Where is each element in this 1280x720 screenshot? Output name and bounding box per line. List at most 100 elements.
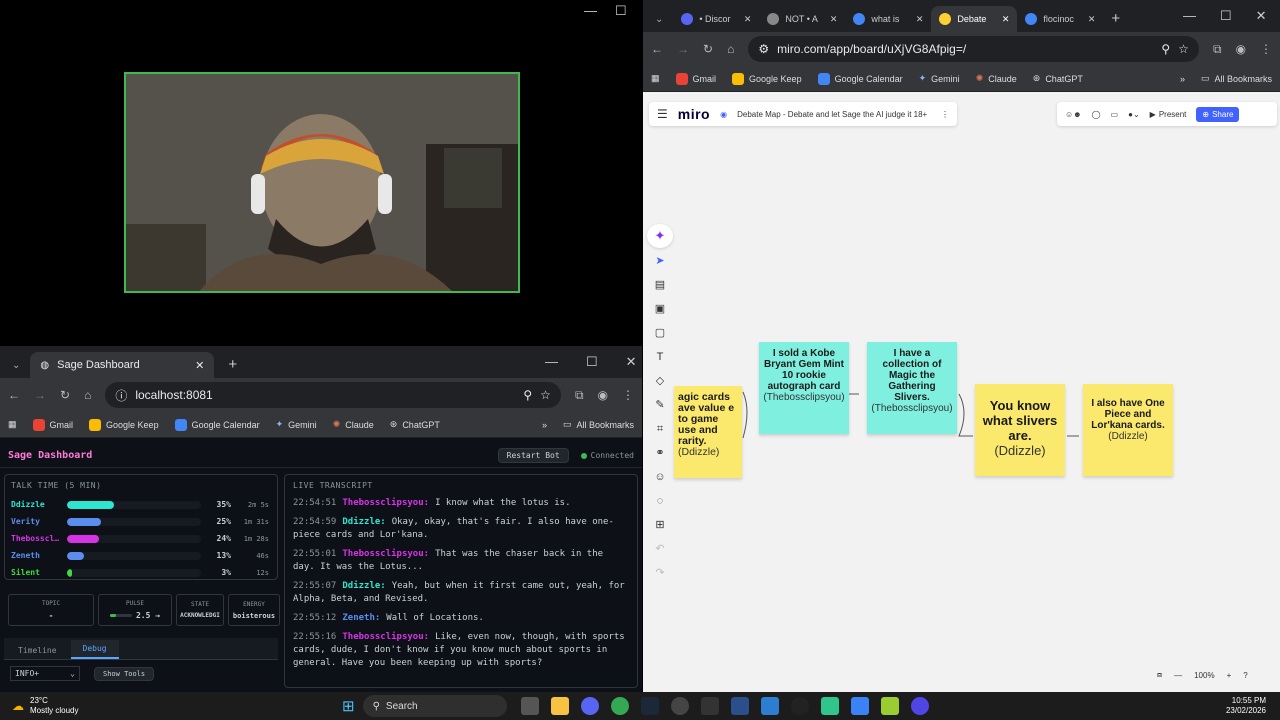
sage-window-controls[interactable]: — ☐ ✕ bbox=[545, 354, 637, 370]
close-icon[interactable]: ✕ bbox=[626, 354, 637, 370]
close-icon[interactable]: ✕ bbox=[1256, 8, 1267, 24]
browser-tab[interactable]: NOT • A ✕ bbox=[759, 6, 845, 32]
new-tab-icon[interactable]: + bbox=[228, 356, 237, 373]
sage-bookmarks-bar: ▦ Gmail Google Keep Google Calendar ✦ Gem… bbox=[0, 412, 642, 438]
minimize-icon[interactable]: — bbox=[545, 354, 558, 370]
apps-icon[interactable]: ▦ bbox=[651, 73, 660, 84]
transcript-panel[interactable]: LIVE TRANSCRIPT 22:54:51 Thebossclipsyou:… bbox=[284, 474, 638, 688]
weather-widget[interactable]: ☁ 23°C Mostly cloudy bbox=[12, 696, 342, 716]
new-tab-icon[interactable]: + bbox=[1111, 10, 1120, 27]
browser-tab[interactable]: • Discor ✕ bbox=[673, 6, 759, 32]
bookmark-chatgpt[interactable]: ⊛ ChatGPT bbox=[390, 419, 440, 430]
file-explorer-icon[interactable] bbox=[550, 697, 569, 715]
bookmark-gemini[interactable]: ✦ Gemini bbox=[919, 73, 960, 84]
app-icon[interactable] bbox=[790, 697, 809, 715]
close-tab-icon[interactable]: ✕ bbox=[1088, 14, 1096, 25]
site-settings-icon: ⚙ bbox=[758, 42, 770, 56]
app-icon[interactable] bbox=[820, 697, 839, 715]
maximize-icon[interactable]: ☐ bbox=[615, 3, 627, 19]
star-icon[interactable]: ☆ bbox=[540, 388, 551, 402]
bookmark-gemini[interactable]: ✦ Gemini bbox=[276, 419, 317, 430]
menu-icon[interactable]: ⋮ bbox=[1260, 42, 1272, 56]
help-icon[interactable]: ? bbox=[1243, 671, 1247, 680]
zoom-in-icon[interactable]: + bbox=[1227, 671, 1232, 680]
all-bookmarks[interactable]: ▭ All Bookmarks bbox=[1201, 73, 1272, 84]
tab-sage-dashboard[interactable]: ◍ Sage Dashboard ✕ bbox=[30, 352, 215, 378]
zoom-icon[interactable]: ⚲ bbox=[523, 388, 532, 402]
fit-screen-icon[interactable]: ⧈ bbox=[1157, 670, 1162, 680]
maximize-icon[interactable]: ☐ bbox=[1220, 8, 1232, 24]
profile-icon[interactable]: ◉ bbox=[598, 388, 608, 402]
connector-line bbox=[742, 391, 748, 439]
forward-icon[interactable]: → bbox=[34, 388, 46, 402]
close-tab-icon[interactable]: ✕ bbox=[195, 359, 204, 372]
close-tab-icon[interactable]: ✕ bbox=[916, 14, 924, 25]
extensions-icon[interactable]: ⧉ bbox=[1213, 42, 1222, 57]
extensions-icon[interactable]: ⧉ bbox=[575, 388, 584, 403]
all-bookmarks[interactable]: ▭ All Bookmarks bbox=[563, 419, 634, 430]
discord-icon[interactable] bbox=[580, 697, 599, 715]
back-icon[interactable]: ← bbox=[8, 388, 20, 402]
tab-search-icon[interactable]: ⌄ bbox=[655, 14, 663, 25]
miro-tabs: • Discor ✕ NOT • A ✕ what is ✕ Debate ✕ flocinoc… bbox=[673, 0, 1103, 32]
close-tab-icon[interactable]: ✕ bbox=[1002, 14, 1010, 25]
tab-search-icon[interactable]: ⌄ bbox=[12, 360, 20, 371]
app-icon[interactable] bbox=[880, 697, 899, 715]
minimize-icon[interactable]: — bbox=[584, 3, 597, 19]
clock[interactable]: 10:55 PM 23/02/2026 bbox=[1226, 696, 1266, 716]
miro-board[interactable]: ☰ miro ◉ Debate Map - Debate and let Sag… bbox=[643, 92, 1280, 692]
bookmark-claude[interactable]: ✺ Claude bbox=[976, 73, 1017, 84]
minimize-icon[interactable]: — bbox=[1183, 8, 1196, 24]
show-tools-button[interactable]: Show Tools bbox=[94, 666, 155, 681]
zoom-icon[interactable]: ⚲ bbox=[1161, 42, 1170, 56]
home-icon[interactable]: ⌂ bbox=[84, 388, 91, 402]
browser-tab[interactable]: Debate ✕ bbox=[931, 6, 1018, 32]
taskbar-search[interactable]: ⚲ Search bbox=[362, 695, 507, 717]
vscode-icon[interactable] bbox=[760, 697, 779, 715]
url-field[interactable]: ⚙ miro.com/app/board/uXjVG8Afpig=/ ⚲ ☆ bbox=[748, 36, 1199, 62]
home-icon[interactable]: ⌂ bbox=[727, 42, 734, 56]
more-bookmarks-icon[interactable]: » bbox=[1180, 74, 1185, 84]
browser-tab[interactable]: flocinoc ✕ bbox=[1017, 6, 1103, 32]
more-bookmarks-icon[interactable]: » bbox=[542, 420, 547, 430]
tab-timeline[interactable]: Timeline bbox=[4, 642, 71, 659]
notes-icon[interactable] bbox=[850, 697, 869, 715]
forward-icon[interactable]: → bbox=[677, 42, 689, 56]
profile-icon[interactable]: ◉ bbox=[1236, 42, 1246, 56]
tab-debug[interactable]: Debug bbox=[70, 640, 119, 659]
talk-duration: 2m 5s bbox=[247, 500, 269, 509]
restart-bot-button[interactable]: Restart Bot bbox=[497, 448, 569, 463]
miro-window-controls[interactable]: — ☐ ✕ bbox=[1183, 8, 1267, 24]
bookmark-keep[interactable]: Google Keep bbox=[732, 72, 802, 85]
task-view-icon[interactable] bbox=[520, 697, 539, 715]
maximize-icon[interactable]: ☐ bbox=[586, 354, 598, 370]
close-tab-icon[interactable]: ✕ bbox=[830, 14, 838, 25]
talk-bar bbox=[67, 534, 201, 543]
app-icon[interactable] bbox=[670, 697, 689, 715]
chevron-down-icon: ⌄ bbox=[70, 669, 75, 678]
powershell-icon[interactable] bbox=[730, 697, 749, 715]
terminal-icon[interactable] bbox=[700, 697, 719, 715]
close-tab-icon[interactable]: ✕ bbox=[744, 14, 752, 25]
obs-icon[interactable] bbox=[910, 697, 929, 715]
browser-tab[interactable]: what is ✕ bbox=[845, 6, 931, 32]
start-icon[interactable]: ⊞ bbox=[342, 697, 355, 715]
bookmark-calendar[interactable]: Google Calendar bbox=[817, 72, 903, 85]
chrome-icon[interactable] bbox=[610, 697, 629, 715]
bookmark-chatgpt[interactable]: ⊛ ChatGPT bbox=[1033, 73, 1083, 84]
bookmark-calendar[interactable]: Google Calendar bbox=[174, 418, 260, 431]
apps-icon[interactable]: ▦ bbox=[8, 419, 17, 430]
url-field[interactable]: ⓘ localhost:8081 ⚲ ☆ bbox=[105, 382, 561, 408]
menu-icon[interactable]: ⋮ bbox=[622, 388, 634, 402]
zoom-out-icon[interactable]: — bbox=[1174, 671, 1182, 680]
bookmark-gmail[interactable]: Gmail bbox=[32, 418, 73, 431]
star-icon[interactable]: ☆ bbox=[1178, 42, 1189, 56]
reload-icon[interactable]: ↻ bbox=[60, 388, 70, 402]
bookmark-gmail[interactable]: Gmail bbox=[675, 72, 716, 85]
bookmark-claude[interactable]: ✺ Claude bbox=[333, 419, 374, 430]
bookmark-keep[interactable]: Google Keep bbox=[89, 418, 159, 431]
steam-icon[interactable] bbox=[640, 697, 659, 715]
reload-icon[interactable]: ↻ bbox=[703, 42, 713, 56]
log-level-select[interactable]: INFO+ ⌄ bbox=[10, 666, 80, 681]
back-icon[interactable]: ← bbox=[651, 42, 663, 56]
